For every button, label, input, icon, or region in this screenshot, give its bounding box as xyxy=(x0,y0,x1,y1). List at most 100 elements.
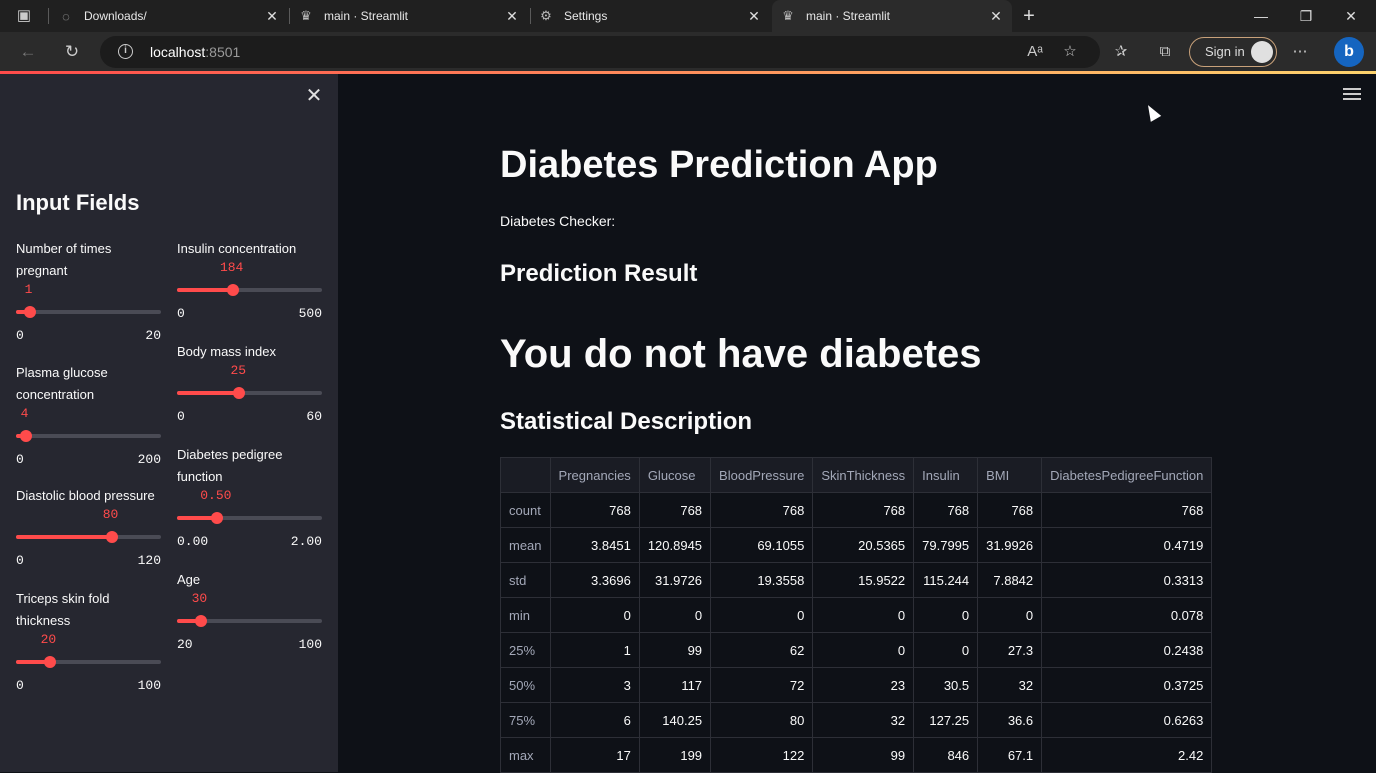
table-cell: 1 xyxy=(549,632,640,668)
slider-track[interactable] xyxy=(177,512,322,524)
more-options-icon[interactable]: ⋯ xyxy=(1290,42,1310,62)
table-cell: 0.3725 xyxy=(1041,667,1213,703)
table-cell: 32 xyxy=(977,667,1043,703)
slider-label: Age xyxy=(177,572,201,587)
slider-track[interactable] xyxy=(16,430,161,442)
slider-track[interactable] xyxy=(177,387,322,399)
slider-track[interactable] xyxy=(16,306,161,318)
refresh-icon[interactable]: ↻ xyxy=(61,41,83,63)
column-header[interactable] xyxy=(500,457,551,493)
column-header[interactable]: Insulin xyxy=(913,457,979,493)
table-cell: 0 xyxy=(913,632,979,668)
new-tab-icon[interactable]: + xyxy=(1019,6,1039,26)
page-title: Diabetes Prediction App xyxy=(500,144,938,186)
column-header[interactable]: BloodPressure xyxy=(710,457,814,493)
column-header[interactable]: BMI xyxy=(977,457,1043,493)
tab-downloads[interactable]: ◌ Downloads/ ✕ xyxy=(58,0,288,32)
row-label: min xyxy=(500,597,551,633)
table-cell: 199 xyxy=(638,737,712,773)
table-row: std 3.3696 31.9726 19.3558 15.9522 115.244 7.8… xyxy=(500,562,1213,598)
table-cell: 6 xyxy=(549,702,640,738)
slider-value: 30 xyxy=(191,591,208,606)
close-tab-icon[interactable]: ✕ xyxy=(504,8,520,24)
restore-icon[interactable]: ❐ xyxy=(1296,6,1316,26)
avatar xyxy=(1251,41,1273,63)
site-info-icon[interactable]: i xyxy=(118,44,133,59)
column-header[interactable]: Glucose xyxy=(638,457,712,493)
table-cell: 30.5 xyxy=(913,667,979,703)
slider-min: 0 xyxy=(177,306,185,321)
slider-track[interactable] xyxy=(177,615,322,627)
table-cell: 0.4719 xyxy=(1041,527,1213,563)
table-row: 50% 3 117 72 23 30.5 32 0.3725 xyxy=(500,667,1213,703)
slider-thumb[interactable] xyxy=(43,656,56,668)
main-menu-icon[interactable] xyxy=(1343,88,1361,102)
favorites-icon[interactable]: ✰ xyxy=(1111,42,1131,62)
slider-track[interactable] xyxy=(177,284,322,296)
slider-thumb[interactable] xyxy=(233,387,246,399)
slider-thumb[interactable] xyxy=(23,306,36,318)
slider-thumb[interactable] xyxy=(105,531,118,543)
add-favorite-icon[interactable]: ☆ xyxy=(1060,42,1080,62)
slider-label: Diastolic blood pressure xyxy=(16,488,155,503)
tab-actions-icon[interactable]: ▣ xyxy=(14,6,34,26)
prediction-result: You do not have diabetes xyxy=(500,332,982,376)
bing-copilot-icon[interactable]: b xyxy=(1334,37,1364,67)
table-row: mean 3.8451 120.8945 69.1055 20.5365 79.7995 3… xyxy=(500,527,1213,563)
column-header[interactable]: DiabetesPedigreeFunction xyxy=(1041,457,1213,493)
table-row: max 17 199 122 99 846 67.1 2.42 xyxy=(500,737,1213,773)
slider-track[interactable] xyxy=(16,531,161,543)
close-tab-icon[interactable]: ✕ xyxy=(264,8,280,24)
sign-in-button[interactable]: Sign in xyxy=(1189,37,1277,67)
row-label: 75% xyxy=(500,702,551,738)
row-label: 50% xyxy=(500,667,551,703)
slider-fill xyxy=(177,288,233,292)
tab-settings[interactable]: ⚙ Settings ✕ xyxy=(538,0,770,32)
table-cell: 0.3313 xyxy=(1041,562,1213,598)
column-header[interactable]: Pregnancies xyxy=(549,457,640,493)
column-header[interactable]: SkinThickness xyxy=(812,457,915,493)
close-tab-icon[interactable]: ✕ xyxy=(746,8,762,24)
row-label: 25% xyxy=(500,632,551,668)
table-cell: 23 xyxy=(812,667,915,703)
read-aloud-icon[interactable]: Aᵃ xyxy=(1025,42,1045,62)
slider-fill xyxy=(177,391,240,395)
slider-thumb[interactable] xyxy=(211,512,224,524)
slider-field: Plasma glucose concentration 4 0 200 xyxy=(16,362,166,467)
minimize-icon[interactable]: — xyxy=(1251,6,1271,26)
table-cell: 0 xyxy=(913,597,979,633)
tab-title: Downloads/ xyxy=(84,9,147,23)
slider-field: Age 30 20 100 xyxy=(177,569,327,652)
slider-label: Body mass index xyxy=(177,344,276,359)
table-cell: 0.6263 xyxy=(1041,702,1213,738)
slider-field: Body mass index 25 0 60 xyxy=(177,341,327,424)
slider-thumb[interactable] xyxy=(194,615,207,627)
close-tab-icon[interactable]: ✕ xyxy=(988,8,1004,24)
table-cell: 140.25 xyxy=(638,702,712,738)
table-cell: 99 xyxy=(638,632,712,668)
downloads-tab-icon: ◌ xyxy=(62,8,70,24)
close-window-icon[interactable]: ✕ xyxy=(1341,6,1361,26)
back-icon[interactable]: ← xyxy=(17,41,39,63)
table-cell: 20.5365 xyxy=(812,527,915,563)
slider-min: 0 xyxy=(16,678,24,693)
browser-tab-bar: ▣ ◌ Downloads/ ✕ ♛ main · Streamlit ✕ ⚙ … xyxy=(0,0,1376,32)
slider-value: 184 xyxy=(219,260,244,275)
slider-max: 60 xyxy=(306,409,322,424)
collections-icon[interactable]: ⧉ xyxy=(1155,42,1175,62)
tab-main-streamlit[interactable]: ♛ main · Streamlit ✕ xyxy=(298,0,528,32)
slider-value: 80 xyxy=(102,507,119,522)
tab-title: Settings xyxy=(564,9,608,23)
address-bar[interactable]: i localhost:8501 Aᵃ ☆ xyxy=(100,36,1100,68)
slider-label: Plasma glucose concentration xyxy=(16,365,108,402)
close-sidebar-icon[interactable]: ✕ xyxy=(304,86,324,106)
slider-thumb[interactable] xyxy=(226,284,239,296)
table-cell: 19.3558 xyxy=(710,562,814,598)
tab-main-streamlit-active[interactable]: ♛ main · Streamlit ✕ xyxy=(772,0,1012,32)
table-cell: 15.9522 xyxy=(812,562,915,598)
tab-separator xyxy=(289,8,290,24)
table-cell: 3 xyxy=(549,667,640,703)
slider-track[interactable] xyxy=(16,656,161,668)
slider-thumb[interactable] xyxy=(19,430,32,442)
table-cell: 72 xyxy=(710,667,814,703)
